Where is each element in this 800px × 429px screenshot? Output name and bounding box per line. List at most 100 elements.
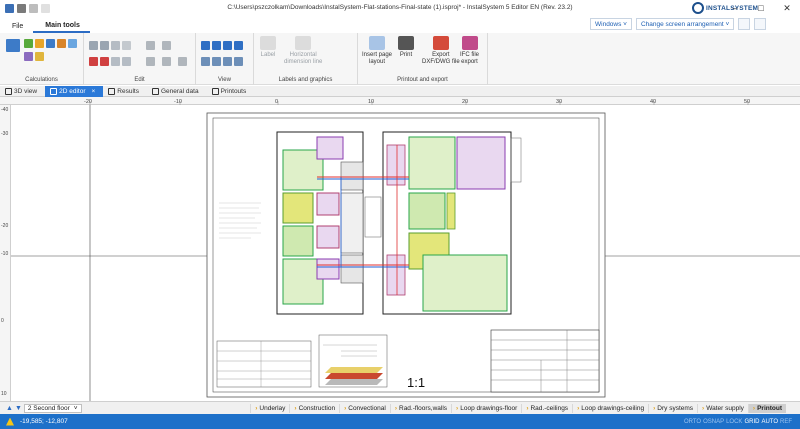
drawing-canvas[interactable]: 1:1 [11,105,800,401]
save-icon[interactable] [5,4,14,13]
layer-icon: › [752,405,756,412]
layout-icon[interactable] [738,18,751,30]
tab-2d-editor-label: 2D editor [59,88,86,95]
group-calculations: Calculations [0,33,84,85]
maximize-icon[interactable]: □ [748,0,774,16]
dimension-line-icon [295,36,312,50]
dimension-line-text-2: dimension line [284,59,323,65]
label-button-text: Label [260,52,276,58]
mode-ref[interactable]: REF [780,419,792,425]
zoom-in-icon[interactable] [201,41,210,50]
layer-tab-dry-systems[interactable]: › Dry systems [648,404,697,413]
move-icon[interactable] [146,41,155,50]
calc-icon-1[interactable] [6,39,20,52]
view-label: View [218,77,231,83]
floor-down-icon[interactable]: ▼ [15,405,22,412]
printouts-icon [211,88,219,95]
mode-lock[interactable]: LOCK [726,419,742,425]
menu-file[interactable]: File [0,23,33,33]
duplicate-icon[interactable] [111,41,120,50]
print-button[interactable]: Print [398,36,414,59]
zoom-window-icon[interactable] [223,41,232,50]
layer-tab-convectional[interactable]: › Convectional [339,404,390,413]
pan-icon[interactable] [223,57,232,66]
mode-auto[interactable]: AUTO [761,419,778,425]
floor-dropdown[interactable]: 2 Second floor ˅ [23,404,82,413]
copy-icon[interactable] [89,41,98,50]
mirror-icon[interactable] [122,41,131,50]
cursor-coordinates: -19,585; -12,807 [20,418,68,425]
zoom-out-icon[interactable] [212,41,221,50]
layers-icon[interactable] [178,57,187,66]
tab-printouts[interactable]: Printouts [207,86,255,97]
undo-icon[interactable] [17,4,26,13]
export-text-2: DXF/DWG file [422,59,460,65]
export-dxf-button[interactable]: Export DXF/DWG file [422,36,460,66]
vertical-ruler-svg: -40 -30 -20 -10 0 10 [1,107,8,397]
calculations-label: Calculations [25,77,58,83]
layer-icon: › [255,405,258,412]
properties-icon[interactable] [162,57,171,66]
insert-page-layout-button[interactable]: Insert page layout [362,36,392,66]
calc-icon-2[interactable] [24,39,33,48]
paste-icon[interactable] [100,41,109,50]
layer-tab-rad-ceilings[interactable]: › Rad.-ceilings [521,404,572,413]
ifc-text-1: IFC file [460,52,480,58]
calc-icon-8[interactable] [35,52,44,61]
dimension-line-button[interactable]: Horizontal dimension line [284,36,322,66]
tab-close-icon[interactable]: × [92,88,96,95]
label-button[interactable]: Label [260,36,276,59]
cut-icon[interactable] [89,57,98,66]
tab-3d-view-label: 3D view [14,88,38,95]
help-icon[interactable] [754,18,767,30]
tab-2d-editor[interactable]: 2D editor × [45,86,104,97]
layer-tab-loop-drawings-floor[interactable]: › Loop drawings-floor [451,404,521,413]
screen-arrangement-dropdown[interactable]: Change screen arrangement ˅ [635,18,735,30]
floor-up-icon[interactable]: ▲ [6,405,13,412]
layer-tab-underlay[interactable]: › Underlay [250,404,289,413]
drawing-modes: ORTO OSNAP LOCK GRID AUTO REF [684,419,792,425]
ruler-v-label: -30 [1,131,8,137]
delete-icon[interactable] [100,57,109,66]
calc-icon-7[interactable] [24,52,33,61]
layer-tab-construction[interactable]: › Construction [289,404,339,413]
layer-tab-loop-drawings-ceiling[interactable]: › Loop drawings-ceiling [572,404,648,413]
tab-results[interactable]: Results [103,86,147,97]
floor-selector: ▲ ▼ 2 Second floor ˅ [6,404,82,413]
minimize-icon[interactable]: – [722,0,748,16]
redo-icon[interactable] [29,4,38,13]
floor-dropdown-value: 2 Second floor [27,405,70,412]
horizontal-ruler: -20 -10 0 10 20 30 40 50 [0,97,800,105]
align-icon[interactable] [111,57,120,66]
window-controls: – □ ✕ [722,0,800,16]
calc-icon-5[interactable] [57,39,66,48]
zoom-extents-icon[interactable] [234,41,243,50]
layer-icon: › [577,405,580,412]
close-icon[interactable]: ✕ [774,0,800,16]
layer-tab-printout[interactable]: › Printout [747,404,786,413]
calc-icon-3[interactable] [35,39,44,48]
windows-dropdown[interactable]: Windows ˅ [590,18,632,30]
zoom-prev-icon[interactable] [201,57,210,66]
refresh-icon[interactable] [234,57,243,66]
layer-tab-water-supply[interactable]: › Water supply [697,404,748,413]
calc-icon-4[interactable] [46,39,55,48]
mode-orto[interactable]: ORTO [684,419,701,425]
tab-general-data[interactable]: General data [147,86,207,97]
layer-tab-label: Water supply [706,405,744,412]
zoom-all-icon[interactable] [212,57,221,66]
mode-osnap[interactable]: OSNAP [703,419,724,425]
ruler-v-label: -10 [1,251,8,257]
tab-3d-view[interactable]: 3D view [0,86,45,97]
calc-icon-6[interactable] [68,39,77,48]
select-icon[interactable] [146,57,155,66]
group-icon[interactable] [122,57,131,66]
menu-main-tools[interactable]: Main tools [33,22,90,33]
dropdown-icon[interactable] [41,4,50,13]
layer-tab-rad-floors-walls[interactable]: › Rad.-floors,walls [389,404,451,413]
rotate-icon[interactable] [162,41,171,50]
layer-tab-label: Construction [298,405,336,412]
warning-icon[interactable] [6,417,14,426]
ifc-export-button[interactable]: IFC file export [460,36,479,66]
mode-grid[interactable]: GRID [744,419,759,425]
